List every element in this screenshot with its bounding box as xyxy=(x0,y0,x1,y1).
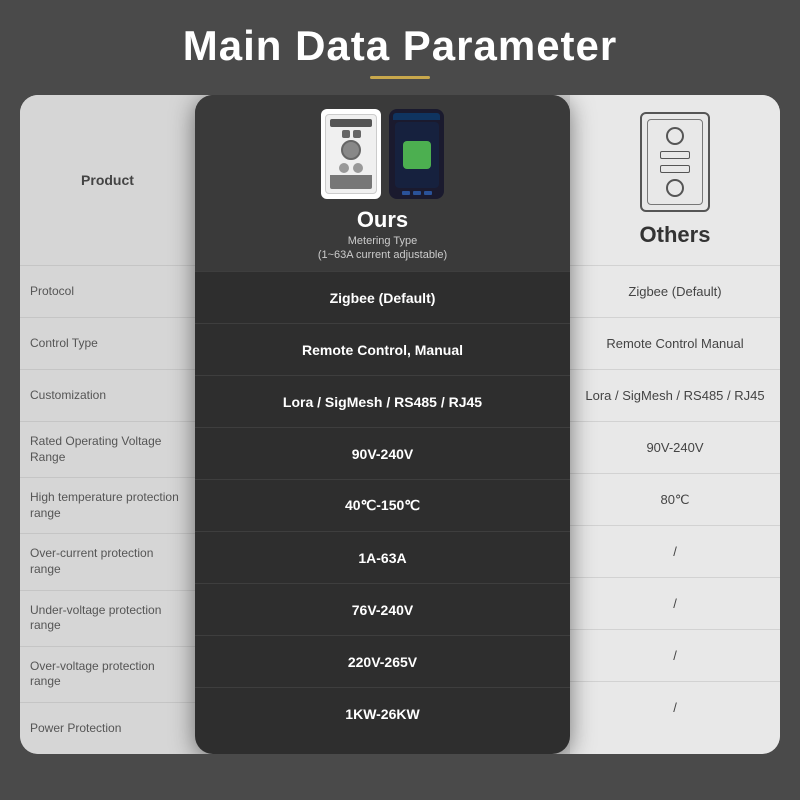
others-value-3: 90V-240V xyxy=(580,440,770,455)
ours-cell-5: 1A-63A xyxy=(195,531,570,583)
ours-cell-1: Remote Control, Manual xyxy=(195,323,570,375)
others-cell-2: Lora / SigMesh / RS485 / RJ45 xyxy=(570,369,780,421)
ours-column: Ours Metering Type (1~63A current adjust… xyxy=(195,95,570,754)
ours-sublabel2: (1~63A current adjustable) xyxy=(318,249,447,261)
ours-value-4: 40℃-150℃ xyxy=(345,497,420,514)
others-cell-5: / xyxy=(570,525,780,577)
others-cell-1: Remote Control Manual xyxy=(570,317,780,369)
ours-value-6: 76V-240V xyxy=(352,602,414,618)
label-cell-8: Power Protection xyxy=(20,702,195,754)
ours-header: Ours Metering Type (1~63A current adjust… xyxy=(195,95,570,271)
ours-cell-2: Lora / SigMesh / RS485 / RJ45 xyxy=(195,375,570,427)
ours-value-7: 220V-265V xyxy=(348,654,417,670)
row-label-4: High temperature protection range xyxy=(30,490,185,521)
others-value-5: / xyxy=(580,544,770,559)
ours-cell-4: 40℃-150℃ xyxy=(195,479,570,531)
others-cell-3: 90V-240V xyxy=(570,421,780,473)
row-label-6: Under-voltage protection range xyxy=(30,603,185,634)
others-cell-4: 80℃ xyxy=(570,473,780,525)
ours-cell-8: 1KW-26KW xyxy=(195,687,570,739)
label-cell-3: Rated Operating Voltage Range xyxy=(20,421,195,477)
others-device-illustration xyxy=(640,112,710,212)
ours-cell-7: 220V-265V xyxy=(195,635,570,687)
row-label-1: Control Type xyxy=(30,336,98,352)
others-header: Others xyxy=(570,95,780,265)
others-value-1: Remote Control Manual xyxy=(580,336,770,351)
row-label-7: Over-voltage protection range xyxy=(30,659,185,690)
page-title: Main Data Parameter xyxy=(183,0,618,76)
label-cell-6: Under-voltage protection range xyxy=(20,590,195,646)
title-underline xyxy=(370,76,430,79)
ours-cell-3: 90V-240V xyxy=(195,427,570,479)
product-label-header: Product xyxy=(20,95,195,265)
label-cell-0: Protocol xyxy=(20,265,195,317)
others-value-8: / xyxy=(580,700,770,715)
label-cell-7: Over-voltage protection range xyxy=(20,646,195,702)
row-label-3: Rated Operating Voltage Range xyxy=(30,434,185,465)
app-illustration xyxy=(389,109,444,199)
labels-column: Product Protocol Control Type Customizatio… xyxy=(20,95,195,754)
label-cell-2: Customization xyxy=(20,369,195,421)
others-value-4: 80℃ xyxy=(580,492,770,508)
ours-sublabel: Metering Type xyxy=(348,235,418,247)
label-cell-5: Over-current protection range xyxy=(20,533,195,589)
ours-cell-0: Zigbee (Default) xyxy=(195,271,570,323)
ours-label: Ours xyxy=(357,207,408,233)
others-column: Others Zigbee (Default) Remote Control Ma… xyxy=(570,95,780,754)
others-cell-0: Zigbee (Default) xyxy=(570,265,780,317)
others-value-6: / xyxy=(580,596,770,611)
label-cell-1: Control Type xyxy=(20,317,195,369)
others-value-2: Lora / SigMesh / RS485 / RJ45 xyxy=(580,388,770,403)
ours-value-0: Zigbee (Default) xyxy=(330,290,436,306)
row-label-8: Power Protection xyxy=(30,721,121,737)
product-label: Product xyxy=(81,171,134,189)
ours-value-1: Remote Control, Manual xyxy=(302,342,463,358)
product-images xyxy=(321,109,444,199)
comparison-table: Product Protocol Control Type Customizatio… xyxy=(20,95,780,754)
ours-value-8: 1KW-26KW xyxy=(345,706,419,722)
others-label: Others xyxy=(640,222,711,248)
label-cell-4: High temperature protection range xyxy=(20,477,195,533)
others-cell-7: / xyxy=(570,629,780,681)
others-cell-8: / xyxy=(570,681,780,733)
others-value-0: Zigbee (Default) xyxy=(580,284,770,299)
ours-value-3: 90V-240V xyxy=(352,446,414,462)
device-illustration xyxy=(321,109,381,199)
row-label-0: Protocol xyxy=(30,284,74,300)
others-cell-6: / xyxy=(570,577,780,629)
row-label-5: Over-current protection range xyxy=(30,546,185,577)
ours-value-5: 1A-63A xyxy=(358,550,406,566)
row-label-2: Customization xyxy=(30,388,106,404)
ours-cell-6: 76V-240V xyxy=(195,583,570,635)
others-value-7: / xyxy=(580,648,770,663)
ours-value-2: Lora / SigMesh / RS485 / RJ45 xyxy=(283,394,482,410)
